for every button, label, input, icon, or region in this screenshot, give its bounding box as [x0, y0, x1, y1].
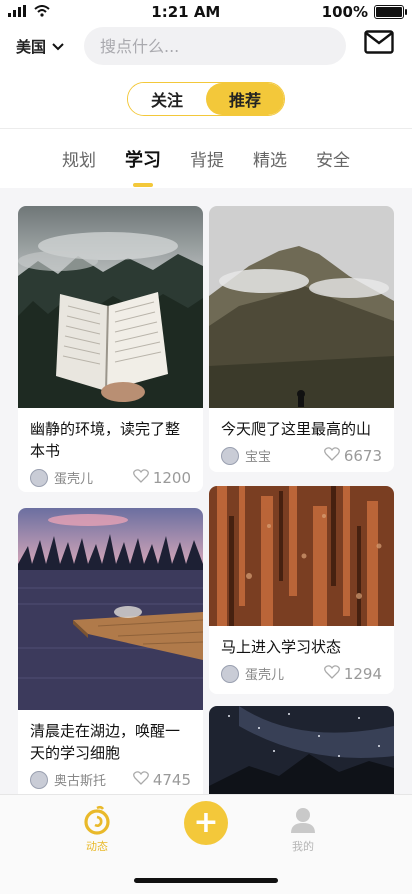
category-tabs: 规划 学习 背提 精选 安全: [0, 128, 412, 188]
feed-card[interactable]: 马上进入学习状态 蛋壳儿 1294: [209, 486, 394, 694]
signal-icon: [8, 3, 28, 21]
feed-card[interactable]: 今天爬了这里最高的山 宝宝 6673: [209, 206, 394, 472]
post-meta: 蛋壳儿 1200: [18, 462, 203, 487]
add-post-button[interactable]: +: [184, 801, 228, 845]
like-count: 1294: [343, 664, 382, 683]
plus-icon: +: [193, 805, 219, 840]
like-count: 6673: [343, 446, 382, 465]
search-box[interactable]: [84, 27, 346, 65]
segment-follow[interactable]: 关注: [128, 83, 206, 115]
region-selector[interactable]: 美国: [16, 36, 74, 57]
battery-fill: [375, 7, 402, 17]
post-image-texture: [209, 486, 394, 626]
search-input[interactable]: [100, 36, 330, 56]
home-icon: [82, 805, 112, 838]
post-meta: 奥古斯托 4745: [18, 764, 203, 789]
author-name: 蛋壳儿: [54, 472, 94, 487]
nav-home[interactable]: 动态: [82, 805, 112, 854]
status-left: [8, 3, 50, 21]
avatar: [221, 446, 239, 465]
author-name: 蛋壳儿: [245, 668, 285, 683]
chevron-down-icon: [52, 37, 64, 55]
feed-card[interactable]: [209, 706, 394, 794]
battery-percent: 100%: [321, 3, 368, 21]
like-count: 4745: [152, 770, 191, 789]
post-title: 幽静的环境，读完了整本书: [30, 420, 181, 460]
home-indicator: [134, 878, 278, 883]
like-button[interactable]: 6673: [323, 446, 382, 465]
heart-icon: [132, 770, 149, 789]
heart-icon: [132, 468, 149, 487]
avatar: [221, 664, 239, 683]
nav-me[interactable]: 我的: [288, 805, 318, 854]
post-image-lake: [18, 508, 203, 710]
segment-recommend[interactable]: 推荐: [206, 83, 284, 115]
heart-icon: [323, 664, 340, 683]
post-author[interactable]: 奥古斯托: [30, 770, 106, 789]
status-right: 100%: [321, 3, 407, 21]
battery-icon: [373, 5, 407, 19]
tab-plan[interactable]: 规划: [62, 129, 96, 189]
feed-segment-control: 关注 推荐: [127, 82, 285, 116]
feed: 幽静的环境，读完了整本书 蛋壳儿 1200 今天爬了这里最高的山 宝宝 6673…: [0, 188, 412, 794]
post-image-mountain: [209, 206, 394, 408]
heart-icon: [323, 446, 340, 465]
post-meta: 蛋壳儿 1294: [209, 658, 394, 683]
author-name: 奥古斯托: [54, 774, 107, 789]
status-time: 1:21 AM: [151, 3, 221, 21]
post-image-book: [18, 206, 203, 408]
feed-card[interactable]: 清晨走在湖边，唤醒一天的学习细胞 奥古斯托 4745: [18, 508, 203, 794]
like-button[interactable]: 1200: [132, 468, 191, 487]
tab-safety[interactable]: 安全: [316, 129, 350, 189]
nav-home-label: 动态: [86, 840, 108, 853]
post-author[interactable]: 蛋壳儿: [30, 468, 93, 487]
tab-beiti[interactable]: 背提: [190, 129, 224, 189]
post-image-night-sky: [209, 706, 394, 794]
post-author[interactable]: 宝宝: [221, 446, 271, 465]
mail-icon[interactable]: [364, 30, 394, 58]
post-title: 清晨走在湖边，唤醒一天的学习细胞: [30, 722, 181, 762]
status-bar: 1:21 AM 100%: [0, 0, 412, 24]
tab-study[interactable]: 学习: [125, 129, 161, 189]
avatar: [30, 770, 48, 789]
like-count: 1200: [152, 468, 191, 487]
post-title: 今天爬了这里最高的山: [221, 420, 372, 438]
feed-card[interactable]: 幽静的环境，读完了整本书 蛋壳儿 1200: [18, 206, 203, 492]
like-button[interactable]: 1294: [323, 664, 382, 683]
author-name: 宝宝: [245, 450, 272, 465]
region-label: 美国: [16, 37, 47, 56]
nav-me-label: 我的: [292, 840, 314, 853]
post-meta: 宝宝 6673: [209, 440, 394, 465]
avatar: [30, 468, 48, 487]
top-bar: 美国: [0, 26, 412, 66]
post-author[interactable]: 蛋壳儿: [221, 664, 284, 683]
tab-featured[interactable]: 精选: [253, 129, 287, 189]
user-icon: [288, 805, 318, 838]
wifi-icon: [34, 3, 50, 21]
like-button[interactable]: 4745: [132, 770, 191, 789]
post-title: 马上进入学习状态: [221, 638, 342, 656]
